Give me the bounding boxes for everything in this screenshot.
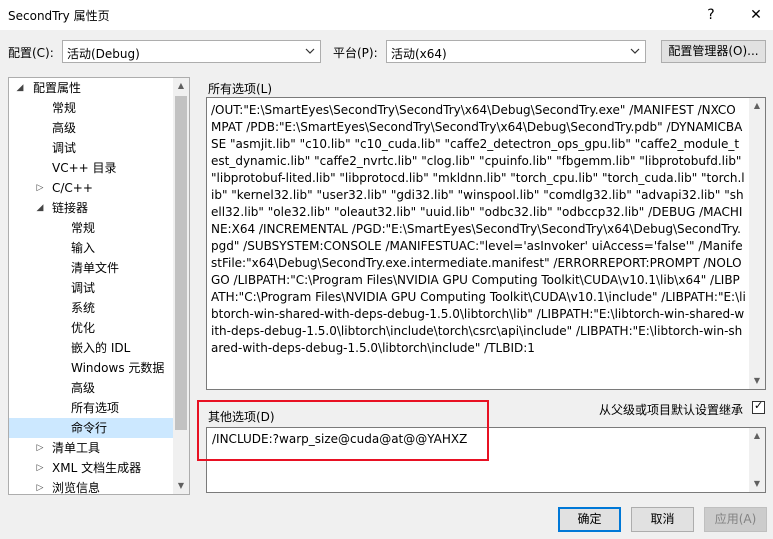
apply-button[interactable]: 应用(A)	[704, 507, 767, 532]
tree-item-linker-optimization[interactable]: 优化	[71, 318, 95, 338]
other-options-scrollbar[interactable]: ▲ ▼	[749, 428, 765, 492]
tree-item-manifest-tool[interactable]: ▷ 清单工具	[9, 438, 175, 458]
tree-item-vc-directories[interactable]: VC++ 目录	[52, 158, 117, 178]
tree-item-linker[interactable]: ◢ 链接器	[9, 198, 175, 218]
cancel-button[interactable]: 取消	[631, 507, 694, 532]
all-options-text: /OUT:"E:\SmartEyes\SecondTry\SecondTry\x…	[211, 103, 746, 355]
tree-item-advanced[interactable]: 高级	[52, 118, 76, 138]
tree-item-label: C/C++	[52, 181, 93, 195]
tree-item-label: XML 文档生成器	[52, 461, 142, 475]
tree-item-c-cpp[interactable]: ▷ C/C++	[9, 178, 175, 198]
all-options-label: 所有选项(L)	[208, 82, 273, 96]
platform-label: 平台(P):	[333, 46, 378, 60]
scroll-down-icon[interactable]: ▼	[749, 476, 765, 492]
scroll-down-icon[interactable]: ▼	[173, 478, 189, 494]
tree-item-linker-input[interactable]: 输入	[71, 238, 95, 258]
ok-button[interactable]: 确定	[558, 507, 621, 532]
highlight-box	[197, 400, 489, 461]
tree-item-command-line[interactable]: 命令行	[9, 418, 175, 438]
scroll-up-icon[interactable]: ▲	[749, 428, 765, 444]
expand-icon[interactable]: ▷	[35, 458, 45, 478]
all-options-scrollbar[interactable]: ▲ ▼	[749, 98, 765, 389]
property-tree[interactable]: ◢ 配置属性 常规 高级 调试 VC++ 目录 ▷ C/C++ ◢ 链接器 常规…	[8, 77, 190, 495]
tree-item-label: 配置属性	[33, 81, 82, 95]
tree-item-linker-system[interactable]: 系统	[71, 298, 95, 318]
tree-item-linker-debugging[interactable]: 调试	[71, 278, 95, 298]
scroll-down-icon[interactable]: ▼	[749, 373, 765, 389]
config-manager-button[interactable]: 配置管理器(O)...	[661, 40, 766, 63]
tree-item-linker-all-options[interactable]: 所有选项	[71, 398, 119, 418]
inherit-label: 从父级或项目默认设置继承	[599, 403, 744, 417]
chevron-down-icon	[630, 48, 640, 54]
title-bar: SecondTry 属性页 ? ✕	[0, 0, 773, 30]
config-label: 配置(C):	[8, 46, 54, 60]
chevron-down-icon	[305, 48, 315, 54]
close-button[interactable]: ✕	[739, 0, 773, 30]
tree-item-linker-general[interactable]: 常规	[71, 218, 95, 238]
platform-value: 活动(x64)	[391, 47, 447, 61]
tree-item-debugging[interactable]: 调试	[52, 138, 76, 158]
expand-icon[interactable]: ▷	[35, 438, 45, 458]
tree-item-xml-doc-generator[interactable]: ▷ XML 文档生成器	[9, 458, 175, 478]
tree-item-general[interactable]: 常规	[52, 98, 76, 118]
window-title: SecondTry 属性页	[8, 9, 110, 23]
expand-icon[interactable]: ◢	[35, 198, 45, 218]
inherit-checkbox[interactable]: ✓	[752, 399, 765, 414]
config-select[interactable]: 活动(Debug)	[62, 40, 321, 63]
tree-item-label: 浏览信息	[52, 481, 101, 495]
tree-item-linker-advanced[interactable]: 高级	[71, 378, 95, 398]
tree-item-linker-embedded-idl[interactable]: 嵌入的 IDL	[71, 338, 130, 358]
expand-icon[interactable]: ◢	[15, 78, 25, 98]
tree-item-linker-windows-metadata[interactable]: Windows 元数据	[71, 358, 164, 378]
scroll-thumb[interactable]	[175, 96, 187, 430]
tree-item-config-properties[interactable]: ◢ 配置属性	[9, 78, 175, 98]
tree-item-label: 链接器	[52, 201, 89, 215]
tree-item-linker-manifest[interactable]: 清单文件	[71, 258, 119, 278]
help-button[interactable]: ?	[694, 0, 728, 30]
config-value: 活动(Debug)	[67, 47, 140, 61]
scroll-up-icon[interactable]: ▲	[173, 78, 189, 94]
expand-icon[interactable]: ▷	[35, 178, 45, 198]
expand-icon[interactable]: ▷	[35, 478, 45, 494]
tree-scrollbar[interactable]: ▲ ▼	[173, 78, 189, 494]
tree-item-browse-info[interactable]: ▷ 浏览信息	[9, 478, 175, 495]
all-options-textbox[interactable]: /OUT:"E:\SmartEyes\SecondTry\SecondTry\x…	[206, 97, 766, 390]
tree-item-label: 清单工具	[52, 441, 101, 455]
check-icon: ✓	[754, 399, 764, 412]
platform-select[interactable]: 活动(x64)	[386, 40, 646, 63]
scroll-up-icon[interactable]: ▲	[749, 98, 765, 114]
